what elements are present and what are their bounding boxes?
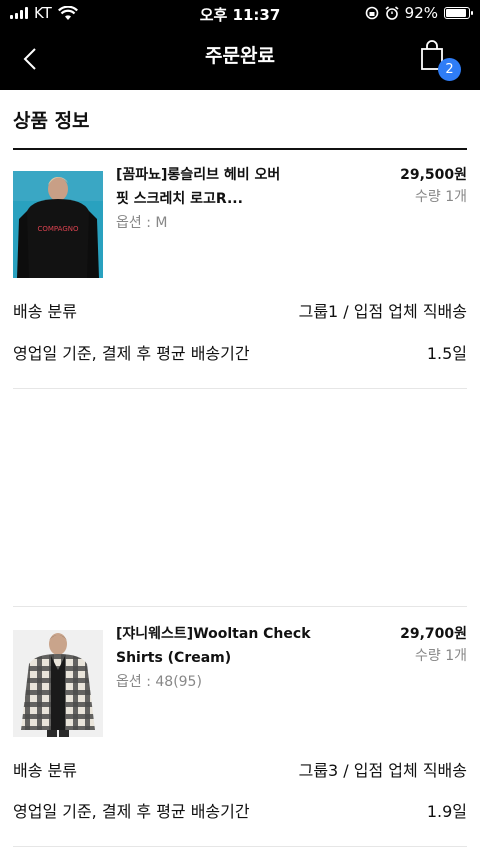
price-box: 29,700원 수량 1개 [400,623,467,667]
battery-icon [444,7,473,19]
wifi-icon [57,5,78,20]
shipping-row: 배송 분류 그룹1 / 입점 업체 직배송 [13,298,467,322]
shipping-value: 그룹1 / 입점 업체 직배송 [298,302,467,321]
status-bar: KT 오후 11:37 92% [0,0,480,28]
product-item[interactable]: COMPAGNO [꼼파뇨]롱슬리브 헤비 오버 핏 스크레치 로고R... 옵… [13,167,467,280]
delivery-row: 영업일 기준, 결제 후 평균 배송기간 1.5일 [13,340,467,364]
shipping-label: 배송 분류 [13,302,77,321]
product-quantity: 수량 1개 [415,189,467,205]
status-left: KT [10,4,78,22]
divider [13,846,467,847]
product-thumbnail[interactable] [13,630,103,737]
product-quantity: 수량 1개 [415,648,467,664]
product-info: [쟈니웨스트]Wooltan Check Shirts (Cream) 옵션 :… [116,622,311,694]
signal-icon [10,7,28,19]
cart-button[interactable]: 2 [420,40,461,81]
back-button[interactable] [14,43,46,75]
product-thumbnail[interactable]: COMPAGNO [13,171,103,278]
nav-bar: 주문완료 2 [0,28,480,90]
divider [13,606,467,607]
chevron-left-icon [23,48,36,70]
product-price: 29,700원 [400,626,467,642]
carrier-label: KT [34,4,52,22]
delivery-label: 영업일 기준, 결제 후 평균 배송기간 [13,802,250,821]
product-option: 옵션 : M [116,215,168,231]
alarm-icon [385,6,399,20]
battery-percent: 92% [404,4,438,22]
product-name-line2: Shirts (Cream) [116,650,232,666]
product-item[interactable]: [쟈니웨스트]Wooltan Check Shirts (Cream) 옵션 :… [13,626,467,739]
delivery-value: 1.5일 [426,344,467,363]
cart-count-badge: 2 [438,58,461,81]
product-name-line1: [꼼파뇨]롱슬리브 헤비 오버 [116,167,281,183]
delivery-row: 영업일 기준, 결제 후 평균 배송기간 1.9일 [13,798,467,822]
divider [13,388,467,389]
delivery-label: 영업일 기준, 결제 후 평균 배송기간 [13,344,250,363]
status-right: 92% [365,4,473,22]
shipping-label: 배송 분류 [13,761,77,780]
price-box: 29,500원 수량 1개 [400,164,467,208]
section-title: 상품 정보 [13,110,90,132]
shirt-print-text: COMPAGNO [37,225,79,233]
page-title: 주문완료 [205,45,275,67]
rotation-lock-icon [365,6,378,20]
product-info: [꼼파뇨]롱슬리브 헤비 오버 핏 스크레치 로고R... 옵션 : M [116,163,280,235]
shipping-row: 배송 분류 그룹3 / 입점 업체 직배송 [13,757,467,781]
shipping-value: 그룹3 / 입점 업체 직배송 [298,761,467,780]
delivery-value: 1.9일 [426,802,467,821]
divider [13,148,467,150]
product-name-line2: 핏 스크레치 로고R... [116,191,243,207]
product-price: 29,500원 [400,167,467,183]
product-option: 옵션 : 48(95) [116,674,202,690]
product-name-line1: [쟈니웨스트]Wooltan Check [116,626,311,642]
